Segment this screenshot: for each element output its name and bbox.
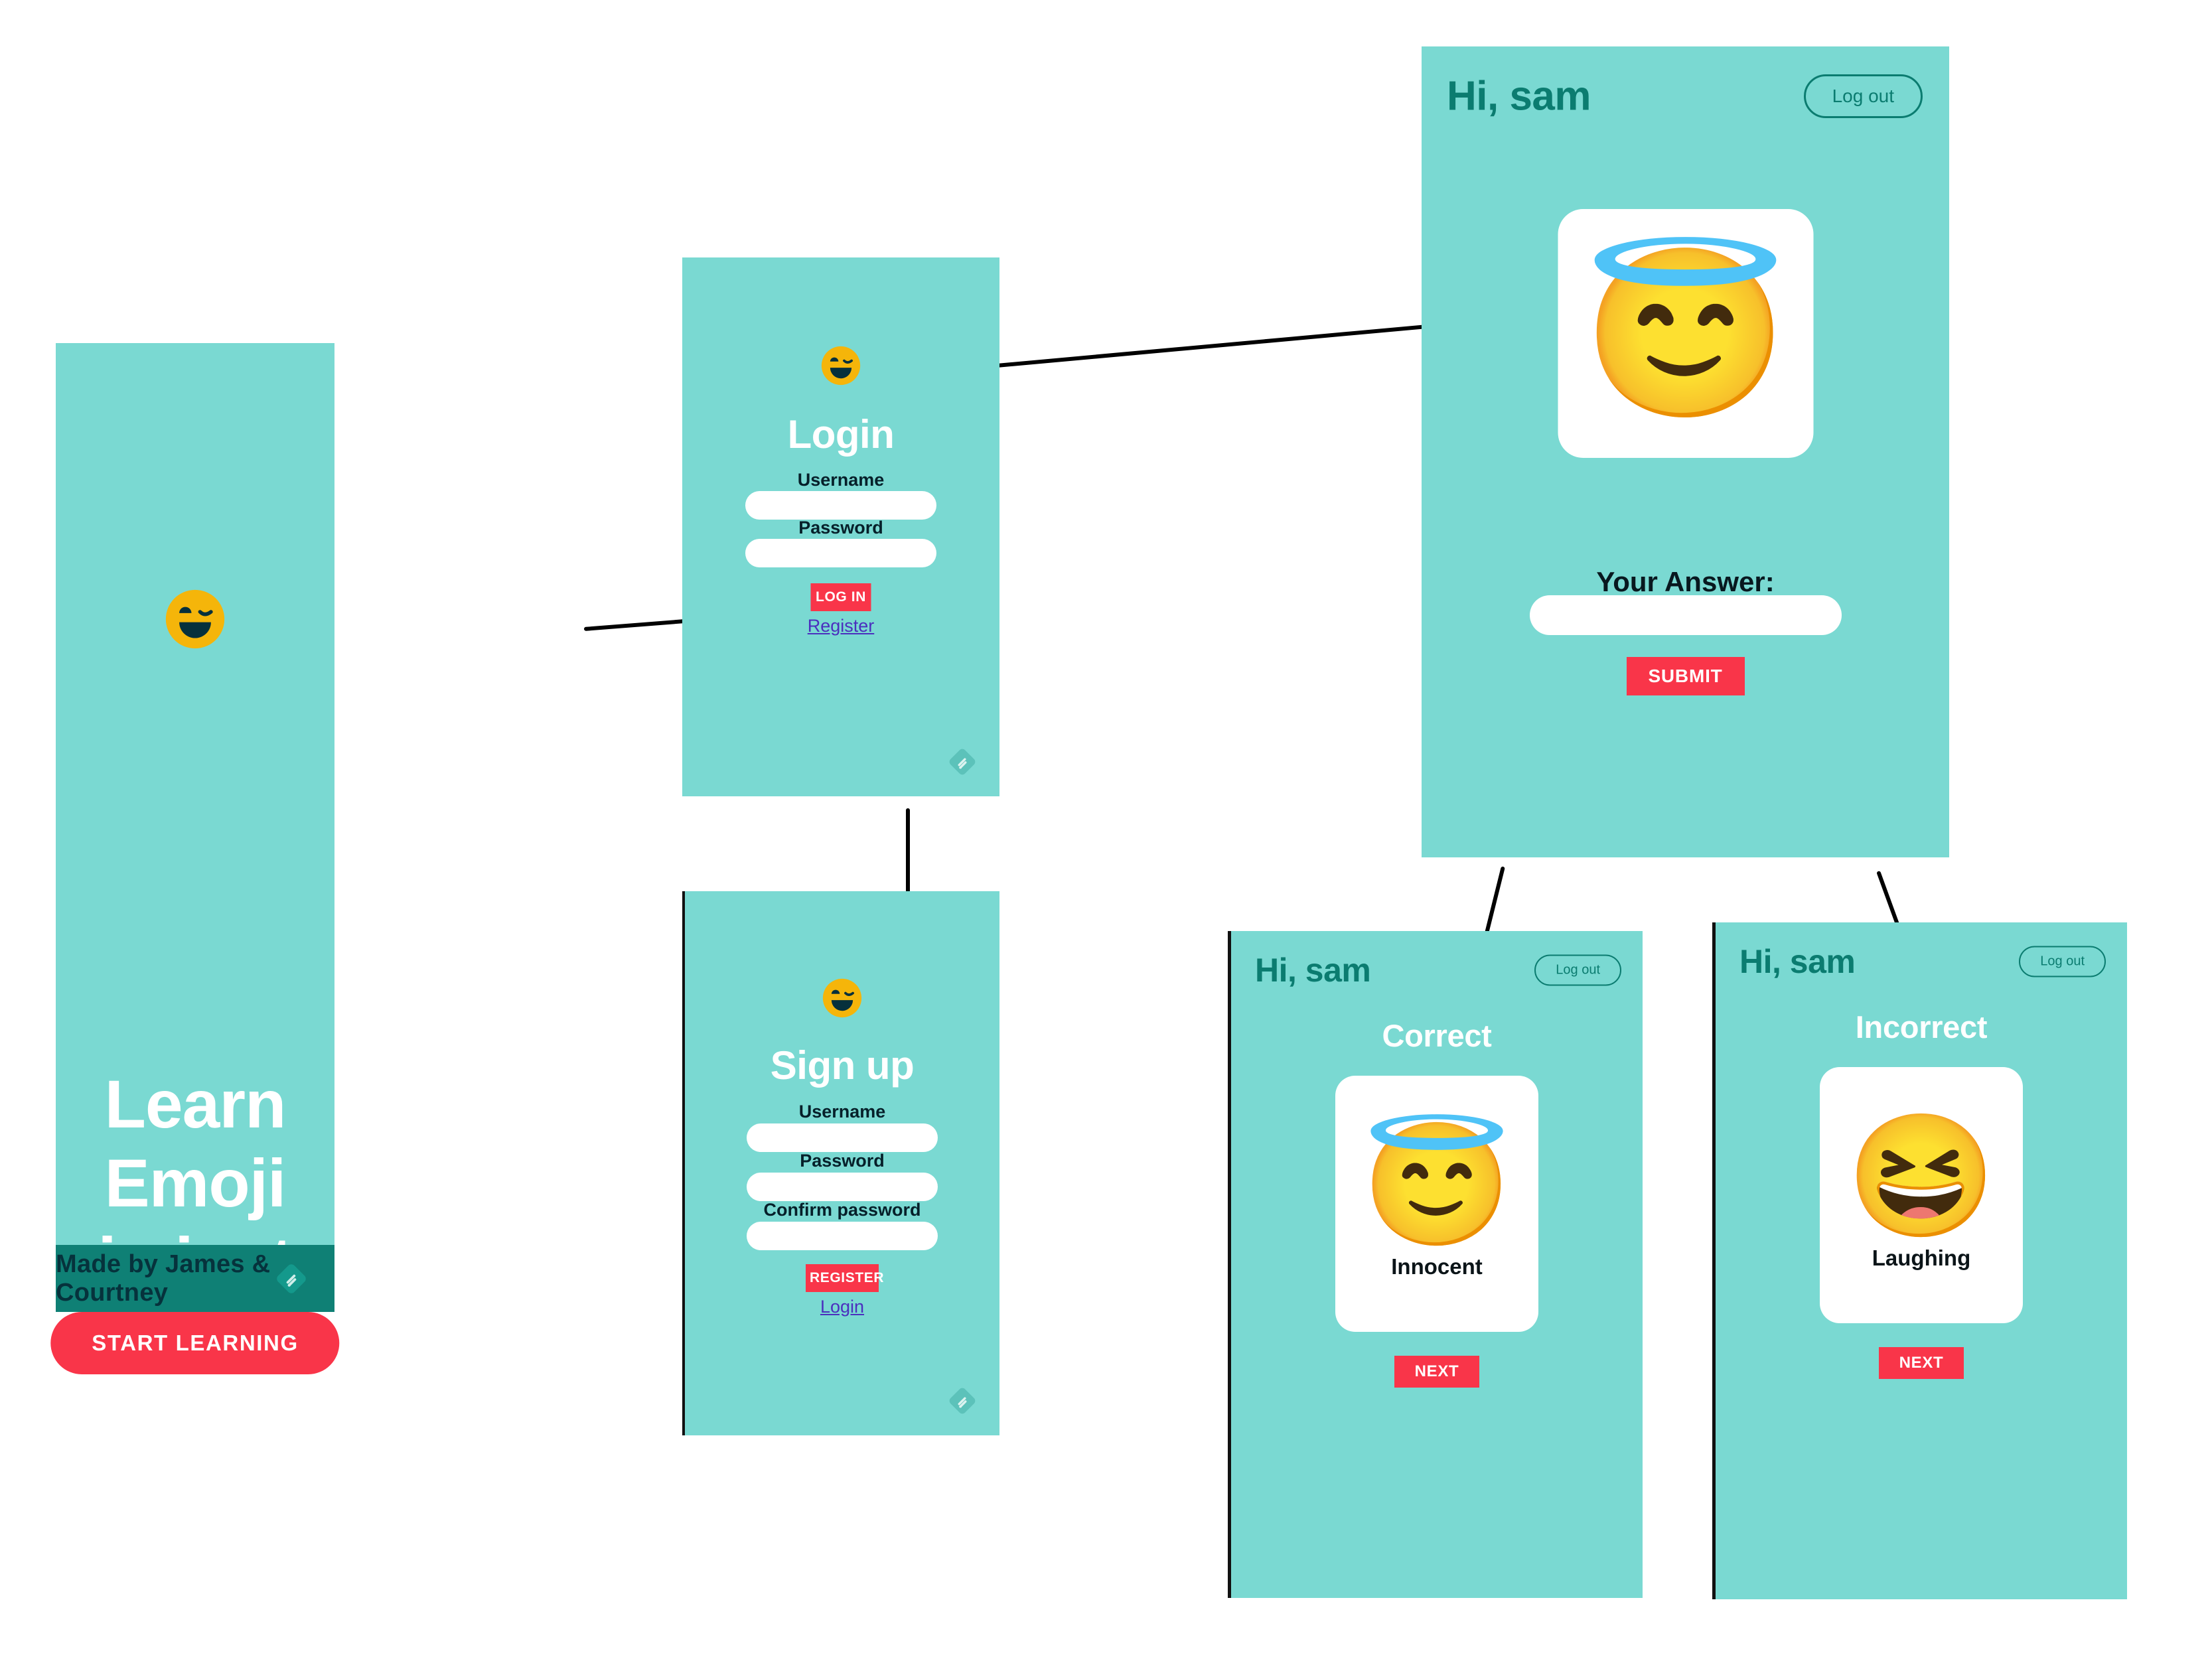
greeting-text: Hi, sam [1447,73,1591,119]
result-flashcard: 😆 Laughing [1820,1067,2023,1323]
login-heading: Login [787,412,895,457]
grinning-squinting-face-emoji: 😆 [1846,1108,1997,1244]
screen-login: Login Username Password LOG IN Register [682,257,999,796]
screen-landing: Learn Emoji in just a few minutes a day … [50,343,340,1535]
answer-input[interactable] [1529,595,1842,635]
next-button[interactable]: NEXT [1394,1356,1479,1388]
password-label: Password [798,518,883,538]
password-input[interactable] [745,539,936,567]
connector-login-to-quiz [967,322,1456,370]
screen-signup: Sign up Username Password Confirm passwo… [682,891,999,1435]
confirm-password-input[interactable] [747,1222,938,1250]
confirm-password-label: Confirm password [763,1200,921,1220]
submit-button[interactable]: SUBMIT [1626,657,1745,695]
verdict-text: Incorrect [1855,1009,1988,1045]
signup-username-label: Username [798,1102,886,1121]
register-link[interactable]: Register [682,616,999,636]
incorrect-topbar: Hi, sam Log out [1716,922,2127,1001]
flashcard-caption: Laughing [1872,1246,1971,1270]
log-in-button[interactable]: LOG IN [810,583,871,611]
smiling-face-with-halo-emoji: 😇 [1361,1117,1512,1252]
greeting-text: Hi, sam [1255,952,1371,989]
next-button[interactable]: NEXT [1879,1347,1964,1379]
log-out-button[interactable]: Log out [1534,954,1621,986]
feedly-diamond-icon [946,1385,982,1421]
signup-heading: Sign up [770,1043,915,1088]
result-flashcard: 😇 Innocent [1335,1076,1538,1332]
register-button[interactable]: REGISTER [806,1264,884,1292]
winking-smiley-icon [820,345,861,386]
signup-username-input[interactable] [747,1123,938,1152]
feedly-diamond-icon [946,746,982,782]
log-out-button[interactable]: Log out [2019,946,2106,977]
screen-result-incorrect: Hi, sam Log out Incorrect 😆 Laughing NEX… [1712,922,2127,1599]
smiling-face-with-halo-emoji: 😇 [1582,240,1789,426]
screen-result-correct: Hi, sam Log out Correct 😇 Innocent NEXT [1228,931,1643,1598]
verdict-text: Correct [1382,1018,1492,1053]
start-learning-button[interactable]: START LEARNING [50,1312,340,1374]
winking-smiley-icon [165,589,226,650]
login-link[interactable]: Login [685,1297,999,1317]
correct-topbar: Hi, sam Log out [1231,931,1643,1009]
winking-smiley-icon [822,977,863,1019]
log-out-button[interactable]: Log out [1803,74,1923,118]
signup-password-input[interactable] [747,1173,938,1201]
greeting-text: Hi, sam [1739,943,1856,980]
answer-label: Your Answer: [1596,566,1775,597]
quiz-emoji-card: 😇 [1558,209,1813,458]
signup-password-label: Password [800,1151,885,1171]
username-label: Username [797,470,885,490]
flashcard-caption: Innocent [1391,1254,1483,1279]
flow-canvas: Learn Emoji in just a few minutes a day … [0,0,2212,1659]
username-input[interactable] [745,491,936,520]
screen-quiz: Hi, sam Log out 😇 Your Answer: SUBMIT [1422,46,1949,857]
feedly-diamond-icon [273,1261,309,1297]
landing-footer: Made by James & Courtney [56,1245,334,1312]
quiz-topbar: Hi, sam Log out [1422,46,1949,146]
